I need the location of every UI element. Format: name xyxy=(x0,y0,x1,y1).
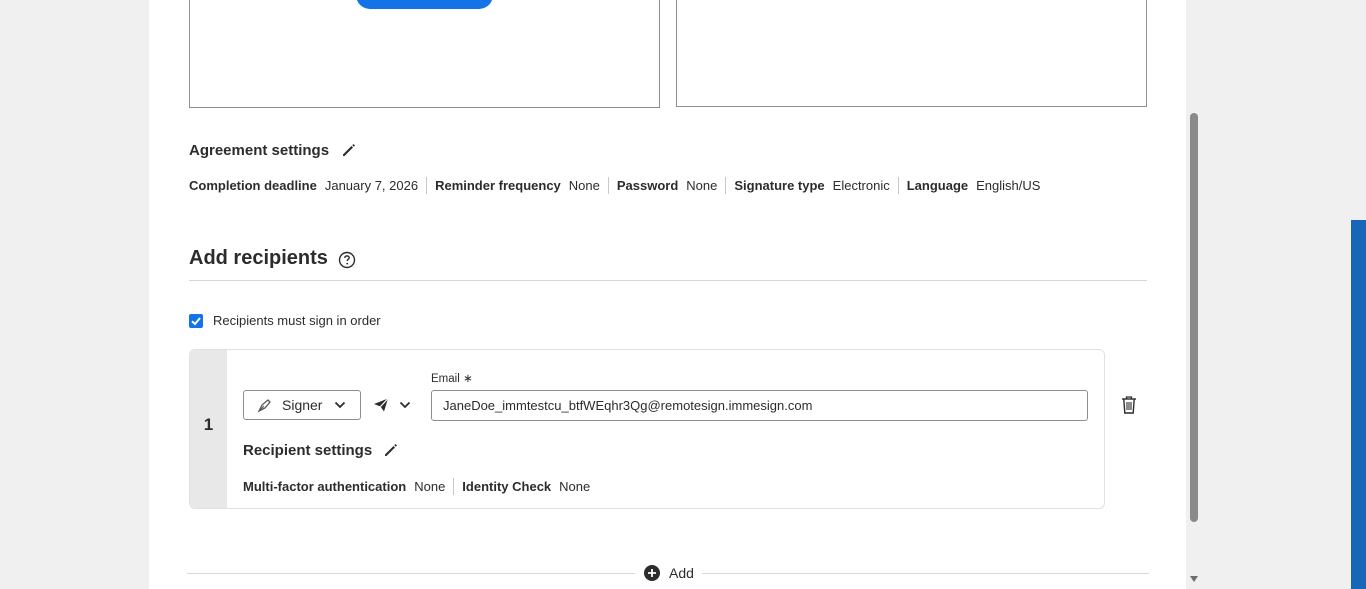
setting-label-reminder-frequency: Reminder frequency xyxy=(435,178,561,193)
scroll-down-arrow-icon[interactable] xyxy=(1189,575,1199,583)
plus-circle-icon xyxy=(644,565,660,581)
recipient-card: 1 Signer Email ∗ Recipient settings xyxy=(189,349,1105,509)
recipient-order-column: 1 xyxy=(190,350,227,508)
divider xyxy=(607,177,609,194)
chevron-down-icon xyxy=(334,401,346,409)
primary-action-button[interactable] xyxy=(356,0,493,9)
add-recipient-label: Add xyxy=(669,565,694,581)
divider xyxy=(725,177,727,194)
checkmark-icon xyxy=(191,317,201,326)
recipient-settings-row: Multi-factor authentication None Identit… xyxy=(243,478,598,495)
recipient-role-dropdown[interactable]: Signer xyxy=(243,390,361,420)
pencil-icon[interactable] xyxy=(340,141,358,159)
add-recipient-button[interactable]: Add xyxy=(635,562,702,584)
section-divider xyxy=(189,280,1147,281)
pencil-icon[interactable] xyxy=(382,441,400,459)
setting-label-completion-deadline: Completion deadline xyxy=(189,178,317,193)
setting-value-identity-check: None xyxy=(559,479,591,494)
add-recipients-title: Add recipients xyxy=(189,247,328,269)
setting-label-password: Password xyxy=(616,178,679,193)
setting-label-identity-check: Identity Check xyxy=(462,479,552,494)
recipient-order-number: 1 xyxy=(203,415,214,434)
delivery-options-chevron-icon[interactable] xyxy=(399,400,411,410)
divider xyxy=(897,177,899,194)
setting-label-mfa: Multi-factor authentication xyxy=(243,479,407,494)
document-upload-panel xyxy=(189,0,660,108)
setting-label-language: Language xyxy=(906,178,969,193)
setting-value-mfa: None xyxy=(414,479,446,494)
setting-value-reminder-frequency: None xyxy=(568,178,600,193)
email-label-text: Email xyxy=(431,373,460,385)
side-panel-edge xyxy=(1351,220,1366,589)
divider xyxy=(426,177,428,194)
agreement-settings-title: Agreement settings xyxy=(189,142,330,159)
setting-label-signature-type: Signature type xyxy=(734,178,825,193)
pen-nib-icon xyxy=(257,399,271,413)
setting-value-password: None xyxy=(686,178,718,193)
required-indicator: ∗ xyxy=(462,373,473,385)
email-field[interactable] xyxy=(431,390,1088,421)
setting-value-signature-type: Electronic xyxy=(832,178,890,193)
agreement-settings-row: Completion deadline January 7, 2026 Remi… xyxy=(189,177,1048,194)
email-field-label: Email ∗ xyxy=(431,371,473,385)
recipient-role-label: Signer xyxy=(282,397,323,413)
document-preview-panel xyxy=(676,0,1147,107)
scrollbar-thumb[interactable] xyxy=(1190,113,1198,522)
main-content: Agreement settings Completion deadline J… xyxy=(149,0,1186,589)
sign-in-order-label: Recipients must sign in order xyxy=(213,313,381,328)
recipient-settings-title: Recipient settings xyxy=(243,442,373,459)
setting-value-language: English/US xyxy=(976,178,1041,193)
sign-in-order-checkbox[interactable] xyxy=(189,314,203,328)
send-icon[interactable] xyxy=(373,397,389,413)
setting-value-completion-deadline: January 7, 2026 xyxy=(324,178,419,193)
divider xyxy=(453,478,455,495)
trash-icon[interactable] xyxy=(1120,395,1138,415)
help-circle-icon[interactable] xyxy=(338,251,356,269)
